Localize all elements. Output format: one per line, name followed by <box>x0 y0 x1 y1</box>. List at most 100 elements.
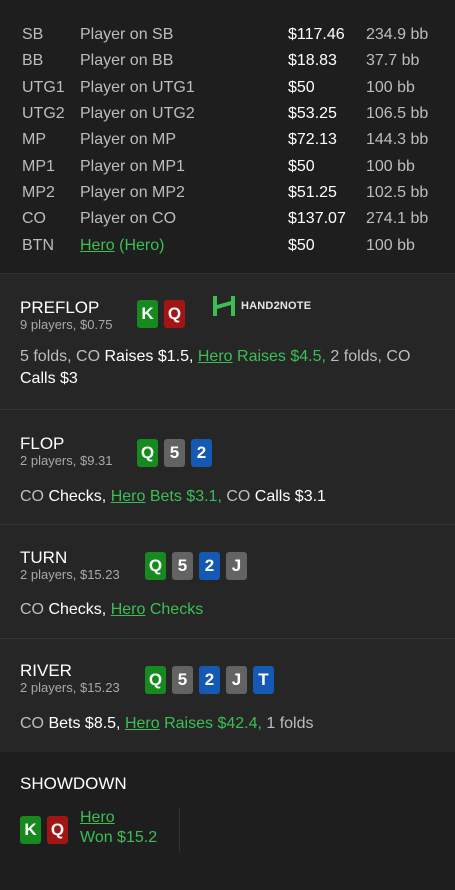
playing-card: Q <box>164 299 185 328</box>
playing-card: Q <box>47 815 68 844</box>
player-stack: $50 <box>288 236 315 254</box>
turn-cards: Q52J <box>145 551 247 580</box>
player-row: CO Player on CO $137.07 274.1 bb <box>0 206 455 232</box>
playing-card: K <box>20 815 41 844</box>
player-position: CO <box>22 210 46 228</box>
playing-card: Q <box>145 551 166 580</box>
playing-card: 5 <box>172 665 193 694</box>
player-stack-bb: 234.9 bb <box>366 26 429 44</box>
action-text: CO <box>221 487 255 505</box>
street-turn: TURN 2 players, $15.23 Q52J CO Checks, H… <box>0 524 455 639</box>
players-table: SB Player on SB $117.46 234.9 bb BB Player on… <box>0 0 455 274</box>
showdown-divider <box>179 807 181 852</box>
street-title: TURN <box>20 547 68 567</box>
player-position: BTN <box>22 236 54 254</box>
street-title: PREFLOP <box>20 297 100 317</box>
player-stack-bb: 106.5 bb <box>366 105 429 123</box>
player-position: MP <box>22 131 46 149</box>
player-name: Hero (Hero) <box>80 237 288 255</box>
street-title: FLOP <box>20 433 65 453</box>
player-row: BB Player on BB $18.83 37.7 bb <box>0 48 455 74</box>
player-name: Player on UTG2 <box>80 105 195 123</box>
playing-card: J <box>226 665 247 694</box>
player-stack-bb: 274.1 bb <box>366 210 429 228</box>
player-position: BB <box>22 52 44 70</box>
hero-link[interactable]: Hero <box>80 237 115 254</box>
hero-link[interactable]: Hero <box>125 715 160 732</box>
playing-card: J <box>226 551 247 580</box>
player-name: Player on MP1 <box>80 157 185 175</box>
playing-card: 2 <box>199 551 220 580</box>
player-row: MP Player on MP $72.13 144.3 bb <box>0 127 455 153</box>
showdown-cards: KQ <box>20 815 68 844</box>
player-position: UTG1 <box>22 78 65 96</box>
hand2note-logo-text: HAND2NOTE <box>241 299 312 312</box>
player-row: UTG2 Player on UTG2 $53.25 106.5 bb <box>0 101 455 127</box>
street-river: RIVER 2 players, $15.23 Q52JT CO Bets $8… <box>0 638 455 752</box>
player-name: Player on SB <box>80 26 174 44</box>
street-subtitle: 9 players, $0.75 <box>20 316 113 332</box>
hero-link[interactable]: Hero <box>111 488 146 505</box>
player-position: UTG2 <box>22 105 65 123</box>
playing-card: 5 <box>172 551 193 580</box>
hand2note-logo-icon <box>213 295 235 316</box>
player-stack-bb: 144.3 bb <box>366 131 429 149</box>
player-stack: $51.25 <box>288 183 337 201</box>
player-rows: SB Player on SB $117.46 234.9 bb BB Player on… <box>0 22 455 232</box>
player-row: SB Player on SB $117.46 234.9 bb <box>0 22 455 48</box>
player-name: Player on MP <box>80 131 177 149</box>
playing-card: K <box>137 299 158 328</box>
street-actions: CO Checks, Hero Checks <box>20 599 435 621</box>
street-subtitle: 2 players, $15.23 <box>20 679 120 695</box>
river-cards: Q52JT <box>145 665 274 694</box>
action-text: CO <box>20 600 49 618</box>
action-verb: Bets $8.5, <box>48 714 125 732</box>
street-subtitle: 2 players, $9.31 <box>20 452 113 468</box>
playing-card: 5 <box>164 438 185 467</box>
playing-card: Q <box>137 438 158 467</box>
playing-card: Q <box>145 665 166 694</box>
action-verb: Checks, <box>48 600 111 618</box>
street-actions: CO Bets $8.5, Hero Raises $42.4, 1 folds <box>20 713 435 735</box>
player-position: MP1 <box>22 157 55 175</box>
hero-action: Checks <box>145 600 204 618</box>
player-stack: $137.07 <box>288 210 346 228</box>
player-stack-bb: 100 bb <box>366 236 415 254</box>
player-stack: $117.46 <box>288 26 345 44</box>
action-verb: Calls $3 <box>20 369 78 387</box>
player-row: UTG1 Player on UTG1 $50 100 bb <box>0 75 455 101</box>
showdown-winner: Hero Won $15.2 <box>80 808 157 848</box>
player-position: SB <box>22 26 44 44</box>
action-verb: Raises $1.5, <box>104 347 198 365</box>
street-actions: CO Checks, Hero Bets $3.1, CO Calls $3.1 <box>20 486 435 508</box>
hero-label: (Hero) <box>114 236 165 254</box>
player-name: Player on CO <box>80 210 177 228</box>
action-text: 5 folds, CO <box>20 347 105 365</box>
player-name: Player on MP2 <box>80 183 185 201</box>
playing-card: T <box>253 665 274 694</box>
action-text: 2 folds, CO <box>325 347 411 365</box>
hero-link[interactable]: Hero <box>80 808 157 828</box>
player-position: MP2 <box>22 183 55 201</box>
hero-link[interactable]: Hero <box>111 601 146 618</box>
preflop-cards: KQ <box>137 299 185 328</box>
player-stack: $50 <box>288 78 315 96</box>
hand2note-logo: HAND2NOTE <box>213 295 312 316</box>
player-stack: $50 <box>288 157 315 175</box>
street-showdown: SHOWDOWN KQ Hero Won $15.2 <box>0 751 455 890</box>
player-stack-bb: 102.5 bb <box>366 183 429 201</box>
player-stack: $72.13 <box>288 131 337 149</box>
action-verb: Calls $3.1 <box>254 487 326 505</box>
street-subtitle: 2 players, $15.23 <box>20 566 120 582</box>
action-text: 1 folds <box>261 714 314 732</box>
street-flop: FLOP 2 players, $9.31 Q52 CO Checks, Her… <box>0 409 455 525</box>
flop-cards: Q52 <box>137 438 212 467</box>
player-name: Player on BB <box>80 52 174 70</box>
playing-card: 2 <box>199 665 220 694</box>
hero-action: Raises $42.4, <box>159 714 262 732</box>
street-title: SHOWDOWN <box>20 773 127 793</box>
hand-history-panel: SB Player on SB $117.46 234.9 bb BB Player on… <box>0 0 455 890</box>
hero-link[interactable]: Hero <box>198 348 233 365</box>
player-stack: $18.83 <box>288 52 337 70</box>
winnings-text: Won $15.2 <box>80 828 158 846</box>
